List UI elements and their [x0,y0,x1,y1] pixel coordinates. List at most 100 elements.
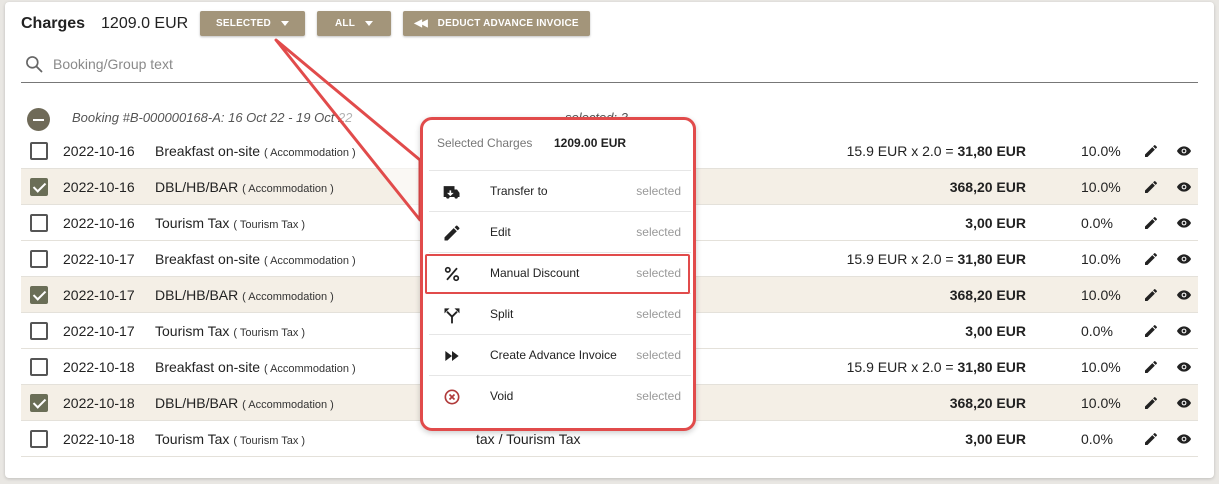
row-checkbox[interactable] [30,178,48,196]
edit-icon[interactable] [1143,143,1159,162]
eye-icon[interactable] [1175,395,1193,414]
row-tax: 10.0% [1081,251,1121,267]
selected-button-label: SELECTED [216,18,271,29]
edit-icon[interactable] [1143,215,1159,234]
menu-item-label: Transfer to [490,184,548,198]
row-amount: 3,00 EUR [965,323,1026,339]
charges-total: 1209.0 EUR [101,15,189,32]
row-category: ( Tourism Tax ) [233,327,306,339]
search-input[interactable] [51,52,951,76]
menu-item-state: selected [636,225,681,239]
row-name: Breakfast on-site [155,143,261,159]
row-category: ( Accommodation ) [263,255,356,267]
row-calculation: 15.9 EUR x 2.0 = [846,143,958,159]
row-checkbox[interactable] [30,394,48,412]
row-category: ( Accommodation ) [263,147,356,159]
row-name: Tourism Tax [155,431,230,447]
all-button-label: ALL [334,18,356,29]
eye-icon[interactable] [1175,179,1193,198]
row-checkbox[interactable] [30,430,48,448]
group-collapse-button[interactable] [27,108,50,131]
row-name: Breakfast on-site [155,359,261,375]
row-description: Tourism Tax ( Tourism Tax ) [155,215,305,231]
row-tax: 10.0% [1081,179,1121,195]
row-category: ( Tourism Tax ) [233,435,306,447]
row-name: Breakfast on-site [155,251,261,267]
search-icon [26,56,43,73]
menu-item-create-advance-invoice[interactable]: Create Advance Invoice selected [429,334,691,375]
menu-item-void[interactable]: Void selected [429,375,691,416]
pencil-icon [444,225,460,241]
edit-icon[interactable] [1143,251,1159,270]
selected-dropdown-button[interactable]: SELECTED [200,11,305,36]
menu-item-label: Split [490,307,514,321]
booking-label: Booking #B-000000168-A: 16 Oct 22 - 19 O… [72,110,353,125]
row-description: DBL/HB/BAR ( Accommodation ) [155,395,334,411]
row-amount-value: 368,20 EUR [949,287,1026,303]
row-amount: 15.9 EUR x 2.0 = 31,80 EUR [847,143,1026,159]
row-date: 2022-10-18 [63,359,135,375]
menu-header-label: Selected Charges [437,136,533,150]
eye-icon[interactable] [1175,287,1193,306]
menu-item-state: selected [636,184,681,198]
edit-icon[interactable] [1143,395,1159,414]
menu-item-transfer[interactable]: Transfer to selected [429,170,691,211]
row-checkbox[interactable] [30,286,48,304]
split-icon [444,308,460,324]
edit-icon[interactable] [1143,359,1159,378]
eye-icon[interactable] [1175,251,1193,270]
caret-down-icon [365,21,374,26]
row-category: ( Accommodation ) [242,183,334,195]
row-amount-value: 3,00 EUR [965,431,1026,447]
menu-item-label: Create Advance Invoice [490,348,617,362]
row-date: 2022-10-16 [63,179,135,195]
row-name: Tourism Tax [155,323,230,339]
row-checkbox[interactable] [30,358,48,376]
all-dropdown-button[interactable]: ALL [317,11,391,36]
booking-group-label: Booking #B-000000168-A: 16 Oct 22 - 19 O… [72,110,352,125]
row-date: 2022-10-17 [63,287,135,303]
row-amount: 368,20 EUR [950,287,1026,303]
fast-forward-icon [445,351,459,361]
row-amount-value: 368,20 EUR [949,179,1026,195]
eye-icon[interactable] [1175,323,1193,342]
row-tax: 10.0% [1081,395,1121,411]
edit-icon[interactable] [1143,431,1159,450]
eye-icon[interactable] [1175,143,1193,162]
row-name: DBL/HB/BAR [155,395,239,411]
menu-item-state: selected [636,348,681,362]
row-checkbox[interactable] [30,250,48,268]
row-tax: 0.0% [1081,323,1113,339]
row-checkbox[interactable] [30,214,48,232]
eye-icon[interactable] [1175,431,1193,450]
edit-icon[interactable] [1143,179,1159,198]
eye-icon[interactable] [1175,215,1193,234]
row-description: Breakfast on-site ( Accommodation ) [155,251,356,267]
manual-discount-highlight [425,254,690,294]
menu-item-split[interactable]: Split selected [429,293,691,334]
row-description: Breakfast on-site ( Accommodation ) [155,143,356,159]
charges-header: Charges 1209.0 EUR [21,11,188,37]
row-amount-value: 31,80 EUR [957,359,1026,375]
row-amount: 368,20 EUR [950,179,1026,195]
row-amount: 3,00 EUR [965,431,1026,447]
row-date: 2022-10-16 [63,143,135,159]
eye-icon[interactable] [1175,359,1193,378]
row-tax: 0.0% [1081,431,1113,447]
row-tax: 10.0% [1081,143,1121,159]
menu-item-state: selected [636,389,681,403]
row-checkbox[interactable] [30,142,48,160]
deduct-advance-invoice-button[interactable]: ◀◀ DEDUCT ADVANCE INVOICE [403,11,590,36]
menu-item-label: Void [490,389,514,403]
row-amount-value: 31,80 EUR [957,143,1026,159]
row-checkbox[interactable] [30,322,48,340]
row-description: Breakfast on-site ( Accommodation ) [155,359,356,375]
edit-icon[interactable] [1143,323,1159,342]
row-date: 2022-10-17 [63,323,135,339]
edit-icon[interactable] [1143,287,1159,306]
row-amount: 368,20 EUR [950,395,1026,411]
row-amount-value: 3,00 EUR [965,323,1026,339]
page-title: Charges [21,15,86,32]
menu-item-edit[interactable]: Edit selected [429,211,691,252]
row-date: 2022-10-17 [63,251,135,267]
